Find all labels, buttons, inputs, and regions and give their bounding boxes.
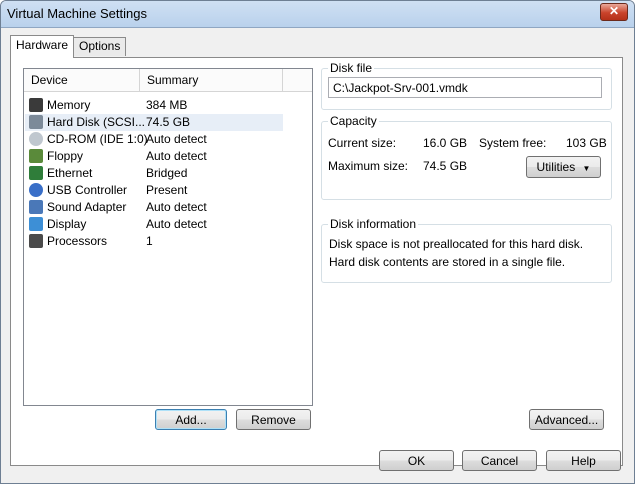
device-row-display[interactable]: Display Auto detect <box>25 216 283 233</box>
device-summary: 1 <box>146 234 153 248</box>
close-button[interactable]: ✕ <box>600 3 628 21</box>
device-name: USB Controller <box>47 183 128 197</box>
device-row-floppy[interactable]: Floppy Auto detect <box>25 148 283 165</box>
device-name: Floppy <box>47 149 84 163</box>
device-row-cd-rom[interactable]: CD-ROM (IDE 1:0) Auto detect <box>25 131 283 148</box>
system-free-label: System free: <box>479 136 547 150</box>
current-size-value: 16.0 GB <box>423 136 468 150</box>
maximum-size-value: 74.5 GB <box>423 159 468 173</box>
device-summary: Auto detect <box>146 132 207 146</box>
disk-information-label: Disk information <box>328 217 419 231</box>
device-name: Sound Adapter <box>47 200 127 214</box>
device-list[interactable]: Device Summary Memory 384 MB Hard Disk (… <box>23 68 313 406</box>
device-summary: Auto detect <box>146 149 207 163</box>
close-icon: ✕ <box>608 4 620 18</box>
tab-options[interactable]: Options <box>73 37 127 56</box>
device-row-usb-controller[interactable]: USB Controller Present <box>25 182 283 199</box>
capacity-group: Capacity Current size: 16.0 GB System fr… <box>321 114 612 200</box>
help-button[interactable]: Help <box>546 450 621 471</box>
column-divider[interactable] <box>139 69 140 91</box>
tab-options-label: Options <box>79 39 121 53</box>
column-header-device[interactable]: Device <box>31 73 68 87</box>
hardware-tab-panel: Device Summary Memory 384 MB Hard Disk (… <box>10 57 623 466</box>
device-row-hard-disk[interactable]: Hard Disk (SCSI... 74.5 GB <box>25 114 283 131</box>
device-name: Memory <box>47 98 91 112</box>
remove-button[interactable]: Remove <box>236 409 311 430</box>
current-size-label: Current size: <box>328 136 397 150</box>
device-summary: 74.5 GB <box>146 115 191 129</box>
virtual-machine-settings-window: Virtual Machine Settings ✕ Hardware Opti… <box>0 0 635 484</box>
cancel-button-label: Cancel <box>480 454 519 468</box>
processors-icon <box>29 234 43 248</box>
usb-controller-icon <box>29 183 43 197</box>
memory-icon <box>29 98 43 112</box>
device-summary: Auto detect <box>146 217 207 231</box>
device-summary: Bridged <box>146 166 188 180</box>
dialog-body: Hardware Options Device Summary Memory 3… <box>2 28 633 483</box>
utilities-dropdown-button[interactable]: Utilities ▼ <box>526 156 601 178</box>
disk-information-group: Disk information Disk space is not preal… <box>321 217 612 283</box>
advanced-button-label: Advanced... <box>534 413 599 427</box>
display-icon <box>29 217 43 231</box>
remove-button-label: Remove <box>251 413 296 427</box>
title-bar[interactable]: Virtual Machine Settings ✕ <box>1 1 634 28</box>
disk-information-line-1: Disk space is not preallocated for this … <box>329 237 584 251</box>
column-header-summary[interactable]: Summary <box>147 73 198 87</box>
device-name: Display <box>47 217 87 231</box>
device-row-memory[interactable]: Memory 384 MB <box>25 97 283 114</box>
device-row-sound-adapter[interactable]: Sound Adapter Auto detect <box>25 199 283 216</box>
disk-file-label: Disk file <box>328 61 375 75</box>
cancel-button[interactable]: Cancel <box>462 450 537 471</box>
device-row-processors[interactable]: Processors 1 <box>25 233 283 250</box>
device-list-header: Device Summary <box>24 69 312 92</box>
system-free-value: 103 GB <box>566 136 607 150</box>
tab-hardware[interactable]: Hardware <box>10 35 75 58</box>
device-name: Processors <box>47 234 108 248</box>
capacity-label: Capacity <box>328 114 379 128</box>
help-button-label: Help <box>571 454 596 468</box>
disk-information-line-2: Hard disk contents are stored in a singl… <box>329 255 566 269</box>
dropdown-arrow-icon: ▼ <box>582 164 591 173</box>
disk-file-group: Disk file C:\Jackpot-Srv-001.vmdk <box>321 61 612 110</box>
cd-rom-icon <box>29 132 43 146</box>
disk-file-path: C:\Jackpot-Srv-001.vmdk <box>333 81 468 95</box>
add-button[interactable]: Add... <box>155 409 227 430</box>
window-title: Virtual Machine Settings <box>7 6 147 21</box>
device-name: Ethernet <box>47 166 93 180</box>
device-row-ethernet[interactable]: Ethernet Bridged <box>25 165 283 182</box>
tab-hardware-label: Hardware <box>16 38 69 52</box>
utilities-button-label: Utilities <box>536 160 576 174</box>
sound-adapter-icon <box>29 200 43 214</box>
disk-file-path-field[interactable]: C:\Jackpot-Srv-001.vmdk <box>328 77 602 98</box>
column-divider[interactable] <box>282 69 283 91</box>
add-button-label: Add... <box>175 413 207 427</box>
ok-button[interactable]: OK <box>379 450 454 471</box>
device-summary: Auto detect <box>146 200 207 214</box>
ethernet-icon <box>29 166 43 180</box>
floppy-icon <box>29 149 43 163</box>
advanced-button[interactable]: Advanced... <box>529 409 604 430</box>
maximum-size-label: Maximum size: <box>328 159 409 173</box>
device-summary: 384 MB <box>146 98 188 112</box>
hard-disk-icon <box>29 115 43 129</box>
device-summary: Present <box>146 183 188 197</box>
ok-button-label: OK <box>407 454 426 468</box>
device-name: CD-ROM (IDE 1:0) <box>47 132 148 146</box>
device-name: Hard Disk (SCSI... <box>47 115 146 129</box>
